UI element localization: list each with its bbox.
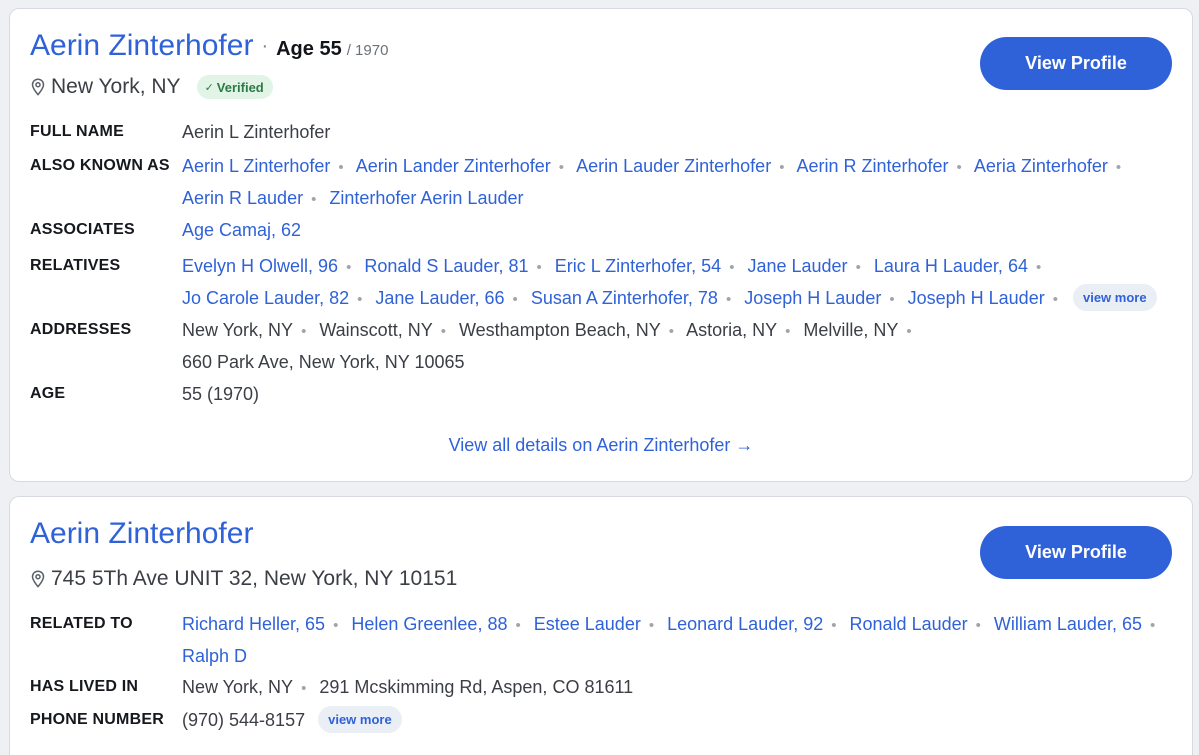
phone-row: PHONE NUMBER (970) 544-8157 view more (30, 705, 1180, 735)
field-label: PHONE NUMBER (30, 711, 164, 728)
field-label: RELATED TO (30, 615, 133, 632)
has-lived-in-row: HAS LIVED IN New York, NY • 291 Mcskimmin… (30, 672, 1180, 704)
address-value: Astoria, NY (686, 320, 778, 340)
card-header: Aerin Zinterhofer · Age 55 / 1970 (30, 29, 388, 63)
field-label: ALSO KNOWN AS (30, 157, 170, 174)
aka-link[interactable]: Aerin Lander Zinterhofer (356, 156, 551, 176)
associates-row: ASSOCIATES Age Camaj, 62 (30, 215, 1180, 245)
related-link[interactable]: Estee Lauder (534, 614, 641, 634)
relative-link[interactable]: Eric L Zinterhofer, 54 (555, 256, 721, 276)
field-label: HAS LIVED IN (30, 678, 139, 695)
relative-link[interactable]: Ronald S Lauder, 81 (364, 256, 528, 276)
location-row: New York, NY ✓ Verified (30, 75, 273, 99)
view-profile-button[interactable]: View Profile (980, 526, 1172, 579)
related-link[interactable]: Ronald Lauder (850, 614, 968, 634)
field-label: RELATIVES (30, 257, 121, 274)
related-link[interactable]: Leonard Lauder, 92 (667, 614, 823, 634)
map-pin-icon (30, 78, 46, 96)
aka-link[interactable]: Aerin R Zinterhofer (796, 156, 948, 176)
aka-link[interactable]: Aeria Zinterhofer (974, 156, 1108, 176)
relatives-row: RELATIVES Evelyn H Olwell, 96 • Ronald S … (30, 251, 1180, 315)
verified-label: Verified (216, 79, 264, 95)
aka-row: ALSO KNOWN AS Aerin L Zinterhofer • Aerin… (30, 151, 1180, 215)
view-all-details-link[interactable]: View all details on Aerin Zinterhofer → (10, 435, 1192, 456)
lived-in-value: 291 Mcskimming Rd, Aspen, CO 81611 (319, 677, 634, 697)
relative-link[interactable]: Joseph H Lauder (744, 288, 881, 308)
address-value: New York, NY (182, 320, 294, 340)
person-name-link[interactable]: Aerin Zinterhofer (30, 517, 253, 551)
aka-link[interactable]: Zinterhofer Aerin Lauder (329, 188, 523, 208)
relative-link[interactable]: Jo Carole Lauder, 82 (182, 288, 349, 308)
related-link[interactable]: William Lauder, 65 (994, 614, 1142, 634)
aka-link[interactable]: Aerin R Lauder (182, 188, 303, 208)
relative-link[interactable]: Jane Lauder (747, 256, 847, 276)
person-card-2: Aerin Zinterhofer 745 5Th Ave UNIT 32, N… (9, 496, 1193, 755)
relative-link[interactable]: Susan A Zinterhofer, 78 (531, 288, 718, 308)
full-name-row: FULL NAME Aerin L Zinterhofer (30, 117, 1180, 147)
age-value: 55 (1970) (182, 384, 260, 404)
field-label: FULL NAME (30, 123, 124, 140)
address-value: 660 Park Ave, New York, NY 10065 (182, 352, 465, 372)
verified-badge: ✓ Verified (196, 75, 273, 99)
associate-link[interactable]: Age Camaj, 62 (182, 220, 301, 240)
map-pin-icon (30, 570, 46, 588)
related-link[interactable]: Ralph D (182, 646, 247, 666)
related-to-row: RELATED TO Richard Heller, 65 • Helen Gre… (30, 609, 1180, 671)
addresses-row: ADDRESSES New York, NY • Wainscott, NY • W… (30, 315, 1180, 377)
lived-in-value: New York, NY (182, 677, 294, 697)
view-more-relatives-button[interactable]: view more (1072, 283, 1157, 311)
birth-year: / 1970 (346, 42, 389, 59)
field-label: ADDRESSES (30, 321, 132, 338)
field-label: ASSOCIATES (30, 221, 135, 238)
aka-link[interactable]: Aerin L Zinterhofer (182, 156, 330, 176)
check-icon: ✓ (204, 81, 214, 94)
aka-link[interactable]: Aerin Lauder Zinterhofer (576, 156, 771, 176)
field-label: AGE (30, 385, 66, 402)
phone-value: (970) 544-8157 (182, 710, 306, 730)
relative-link[interactable]: Evelyn H Olwell, 96 (182, 256, 338, 276)
relative-link[interactable]: Jane Lauder, 66 (375, 288, 504, 308)
location-text: New York, NY (51, 75, 181, 98)
related-link[interactable]: Richard Heller, 65 (182, 614, 325, 634)
relative-link[interactable]: Laura H Lauder, 64 (874, 256, 1028, 276)
relative-link[interactable]: Joseph H Lauder (908, 288, 1045, 308)
view-profile-button[interactable]: View Profile (980, 37, 1172, 90)
separator-dot: · (261, 35, 269, 57)
address-value: Westhampton Beach, NY (459, 320, 661, 340)
person-name-link[interactable]: Aerin Zinterhofer (30, 29, 253, 63)
view-more-phones-button[interactable]: view more (318, 705, 402, 733)
age-label: Age 55 (276, 38, 342, 60)
location-text: 745 5Th Ave UNIT 32, New York, NY 10151 (51, 567, 458, 590)
person-card-1: Aerin Zinterhofer · Age 55 / 1970 New Yo… (9, 8, 1193, 482)
full-name-value: Aerin L Zinterhofer (182, 122, 331, 142)
address-value: Wainscott, NY (319, 320, 433, 340)
address-value: Melville, NY (803, 320, 899, 340)
card-header: Aerin Zinterhofer (30, 517, 253, 551)
related-link[interactable]: Helen Greenlee, 88 (351, 614, 507, 634)
age-row: AGE 55 (1970) (30, 379, 1180, 409)
location-row: 745 5Th Ave UNIT 32, New York, NY 10151 (30, 567, 457, 591)
